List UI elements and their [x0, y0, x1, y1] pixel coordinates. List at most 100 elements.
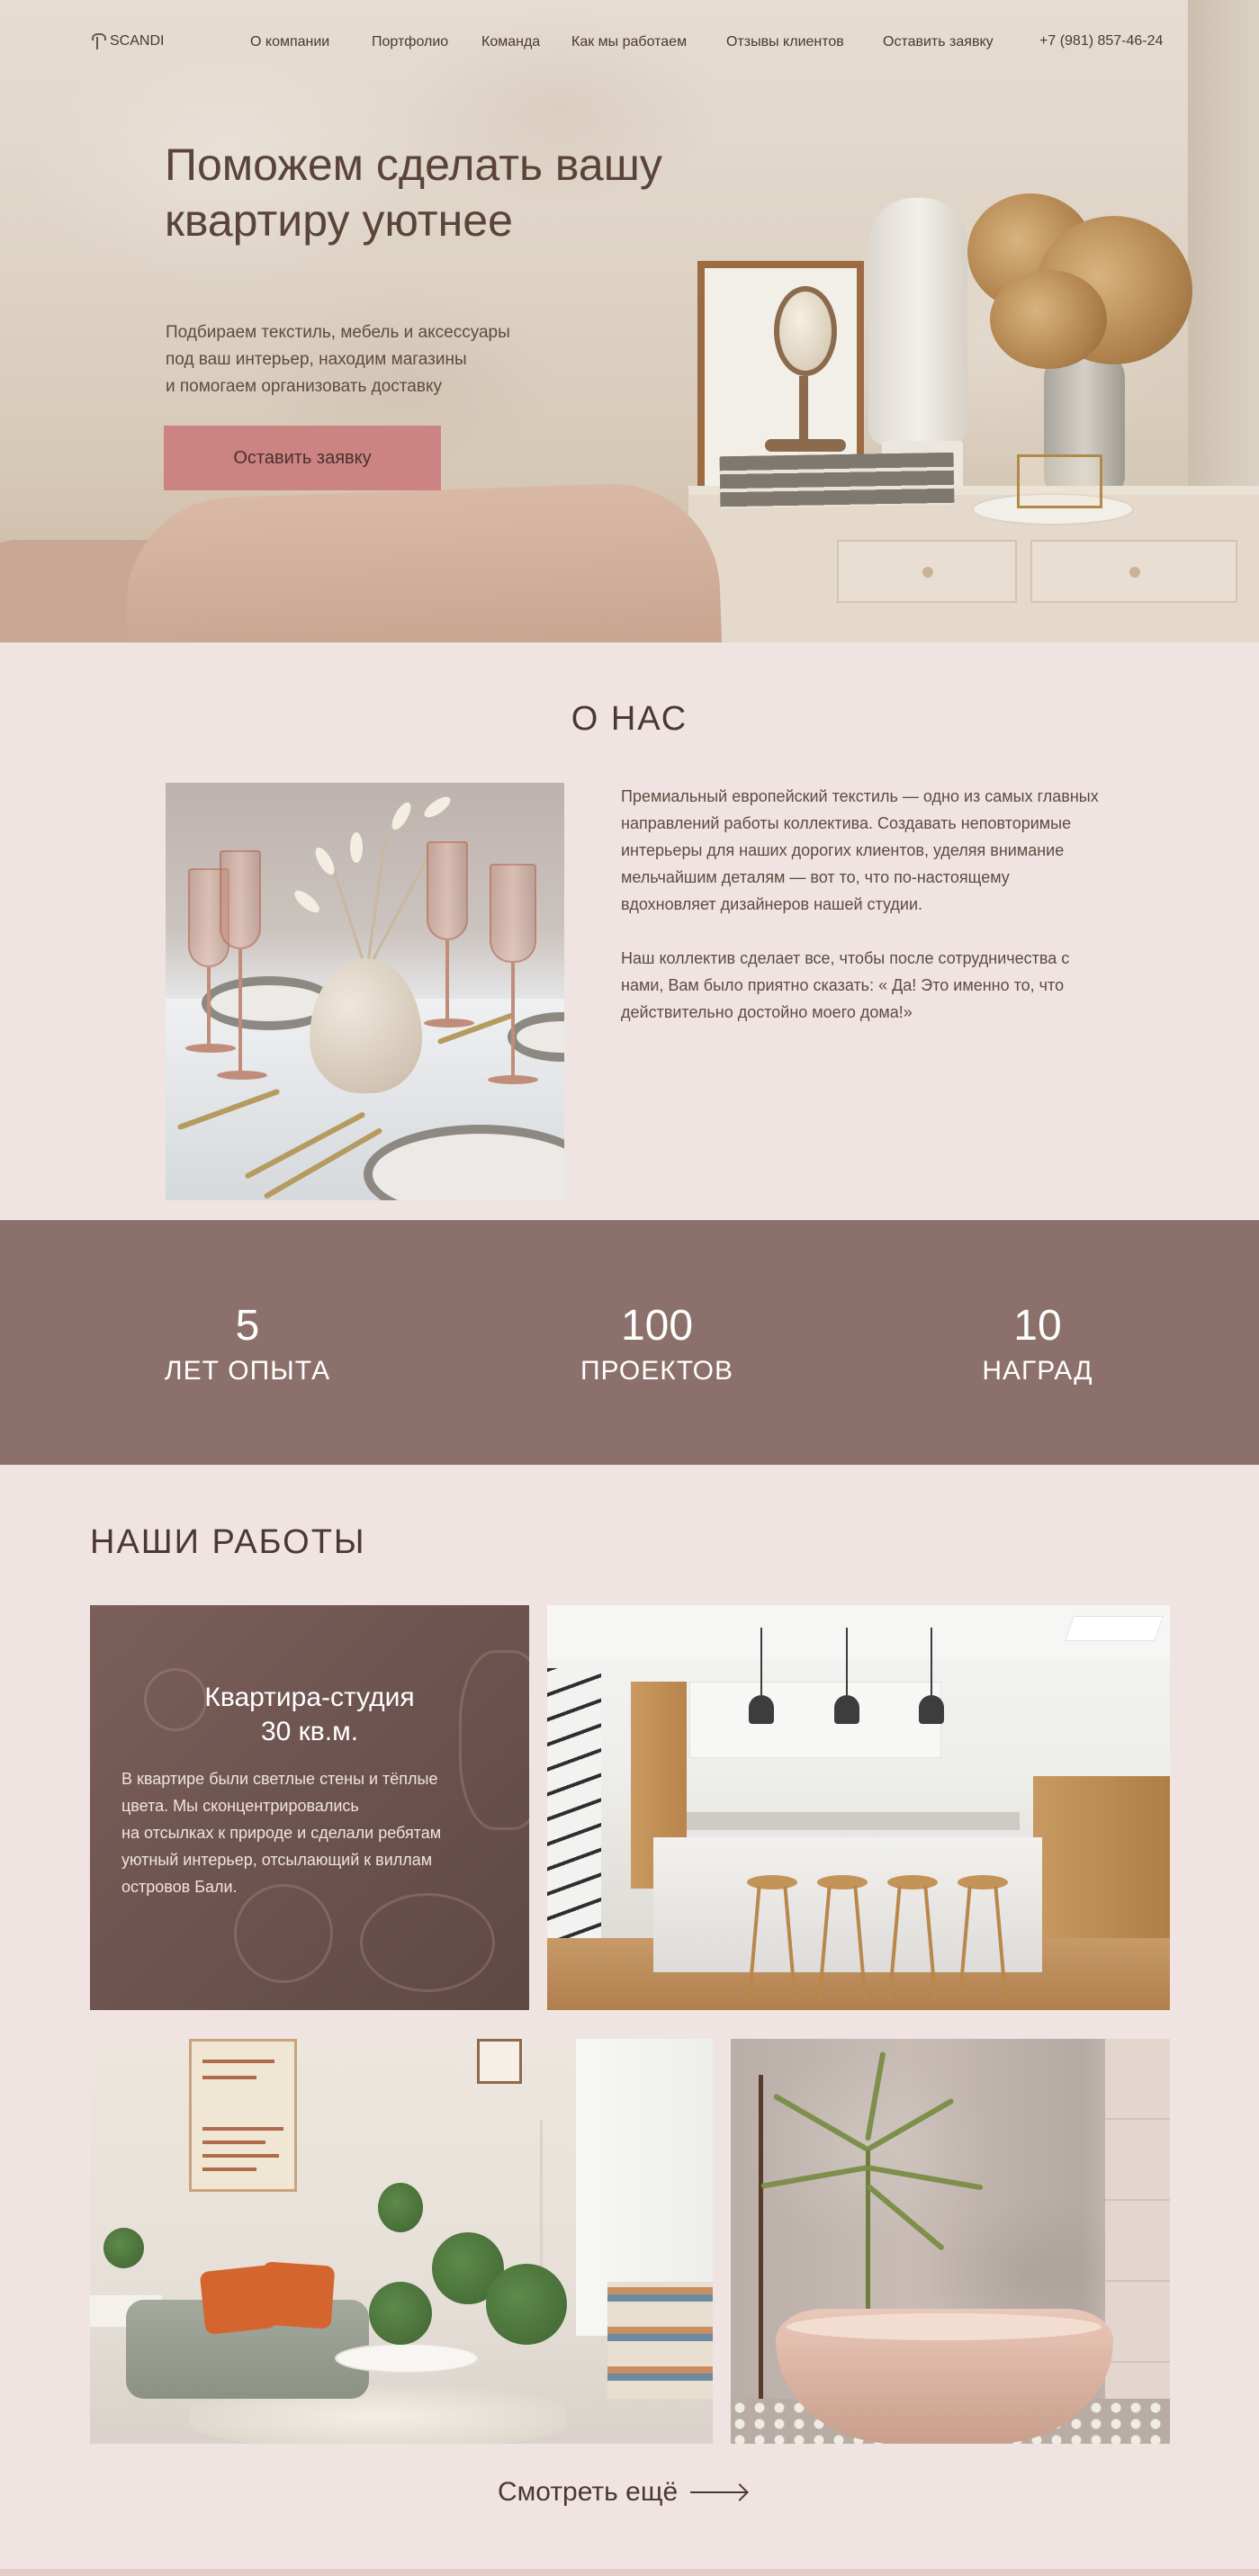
about-paragraph: Премиальный европейский текстиль — одно … — [621, 787, 1099, 913]
about-dried-grass — [328, 859, 368, 973]
nav-link-reviews[interactable]: Отзывы клиентов — [726, 34, 883, 50]
bath-towel-ladder — [731, 2075, 763, 2435]
about-grass-tip — [388, 799, 415, 833]
stat-number: 5 — [235, 1302, 260, 1350]
stat-projects: 100 ПРОЕКТОВ — [522, 1220, 792, 1389]
main-nav: О компании Портфолио Команда Как мы рабо… — [250, 34, 1018, 50]
lamp-icon — [92, 33, 106, 49]
about-glass-stem — [238, 949, 242, 1075]
nav-link-how-we-work[interactable]: Как мы работаем — [571, 34, 726, 50]
project-card-studio[interactable]: Квартира-студия 30 кв.м. В квартире были… — [90, 1605, 529, 2010]
kitchen-stairs — [547, 1668, 601, 1938]
hero-wall-corner — [1188, 0, 1259, 504]
kitchen-bar-stool — [887, 1875, 938, 1889]
about-wine-glass — [490, 864, 536, 963]
nav-link-request[interactable]: Оставить заявку — [883, 34, 1018, 50]
living-plant — [486, 2264, 567, 2345]
about-egg-vase — [310, 958, 422, 1093]
about-glass-foot — [185, 1044, 236, 1053]
nav-link-about[interactable]: О компании — [250, 34, 372, 50]
studio-title-line: Квартира-студия — [204, 1683, 415, 1712]
nav-link-team[interactable]: Команда — [481, 34, 571, 50]
poster-lettering — [202, 2076, 256, 2079]
hero-section: SCANDI О компании Портфолио Команда Как … — [0, 0, 1259, 642]
works-title: НАШИ РАБОТЫ — [90, 1523, 366, 1561]
about-grass-tip — [311, 844, 338, 878]
poster-lettering — [202, 2154, 279, 2158]
stat-years: 5 ЛЕТ ОПЫТА — [112, 1220, 382, 1389]
about-text: Премиальный европейский текстиль — одно … — [621, 783, 1107, 1053]
kitchen-side-cabinets — [1033, 1776, 1170, 1938]
bath-tiled-wall — [1105, 2039, 1170, 2444]
footer-divider — [0, 2569, 1259, 2576]
bath-tub-rim — [787, 2313, 1102, 2340]
living-poster — [189, 2039, 297, 2192]
kitchen-counter — [687, 1812, 1020, 1830]
stat-label: НАГРАД — [982, 1356, 1093, 1386]
living-coffee-table — [335, 2343, 479, 2374]
kitchen-bar-stool — [958, 1875, 1008, 1889]
about-paragraph: Наш коллектив сделает все, чтобы после с… — [621, 949, 1070, 1021]
kitchen-bar-stool — [747, 1875, 797, 1889]
about-image — [166, 783, 564, 1200]
hero-pillow — [122, 480, 724, 642]
kitchen-lamp-cord — [846, 1628, 848, 1695]
project-photo-kitchen[interactable] — [547, 1605, 1170, 2010]
about-glass-stem — [207, 967, 211, 1048]
about-wine-glass — [220, 850, 261, 949]
kitchen-lamp-cord — [931, 1628, 932, 1695]
bath-palm-stem — [866, 2147, 870, 2318]
phone-number[interactable]: +7 (981) 857-46-24 — [1039, 33, 1163, 49]
about-grass-tip — [291, 886, 323, 917]
nav-link-portfolio[interactable]: Портфолио — [372, 34, 481, 50]
show-more-label: Смотреть ещё — [498, 2477, 679, 2507]
kitchen-pendant-lamp — [919, 1695, 944, 1724]
project-photo-living-room[interactable] — [90, 2039, 713, 2444]
show-more-link[interactable]: Смотреть ещё — [498, 2477, 747, 2508]
studio-description: В квартире были светлые стены и тёплые ц… — [121, 1770, 442, 1896]
hero-drawer-knob — [922, 567, 933, 578]
about-glass-foot — [217, 1071, 267, 1080]
poster-lettering — [202, 2168, 256, 2171]
living-plant — [378, 2183, 423, 2232]
studio-area: 30 кв.м. — [260, 1717, 359, 1746]
poster-lettering — [202, 2127, 283, 2131]
kitchen-pendant-lamp — [749, 1695, 774, 1724]
arrow-right-icon — [690, 2491, 747, 2493]
logo[interactable]: SCANDI — [92, 33, 164, 49]
stat-number: 10 — [1013, 1302, 1062, 1350]
kitchen-island — [653, 1837, 1042, 1972]
studio-title: Квартира-студия 30 кв.м. — [90, 1681, 529, 1749]
living-cushion — [258, 2261, 336, 2329]
hero-drawer-knob — [1129, 567, 1140, 578]
hero-title: Поможем сделать вашу квартиру уютнее — [165, 139, 662, 246]
hero-mirror-base — [765, 439, 846, 452]
about-glass-foot — [424, 1019, 474, 1028]
hero-request-button[interactable]: Оставить заявку — [164, 426, 441, 490]
studio-background-decor — [360, 1893, 495, 1992]
living-bookshelf — [607, 2282, 713, 2399]
living-small-frame — [477, 2039, 522, 2084]
hero-mirror — [774, 286, 837, 376]
hero-mirror-stand — [799, 376, 808, 439]
kitchen-lamp-cord — [760, 1628, 762, 1695]
living-plant — [369, 2282, 432, 2345]
logo-text: SCANDI — [110, 33, 165, 49]
stat-awards: 10 НАГРАД — [903, 1220, 1173, 1389]
stat-number: 100 — [620, 1302, 694, 1350]
project-photo-bathroom[interactable] — [731, 2039, 1170, 2444]
kitchen-bar-stool — [817, 1875, 868, 1889]
kitchen-pendant-lamp — [834, 1695, 859, 1724]
about-glass-stem — [445, 940, 449, 1021]
stat-label: ПРОЕКТОВ — [580, 1356, 734, 1386]
about-glass-foot — [488, 1075, 538, 1084]
about-wine-glass — [427, 841, 468, 940]
about-title: О НАС — [571, 700, 688, 738]
living-plant — [103, 2228, 144, 2268]
poster-lettering — [202, 2141, 265, 2144]
kitchen-upper-cabinets — [689, 1682, 941, 1758]
poster-lettering — [202, 2060, 274, 2063]
kitchen-skylight — [1064, 1616, 1165, 1641]
hero-description: Подбираем текстиль, мебель и аксессуары … — [166, 323, 510, 396]
hero-jewelry-box — [1017, 454, 1102, 508]
